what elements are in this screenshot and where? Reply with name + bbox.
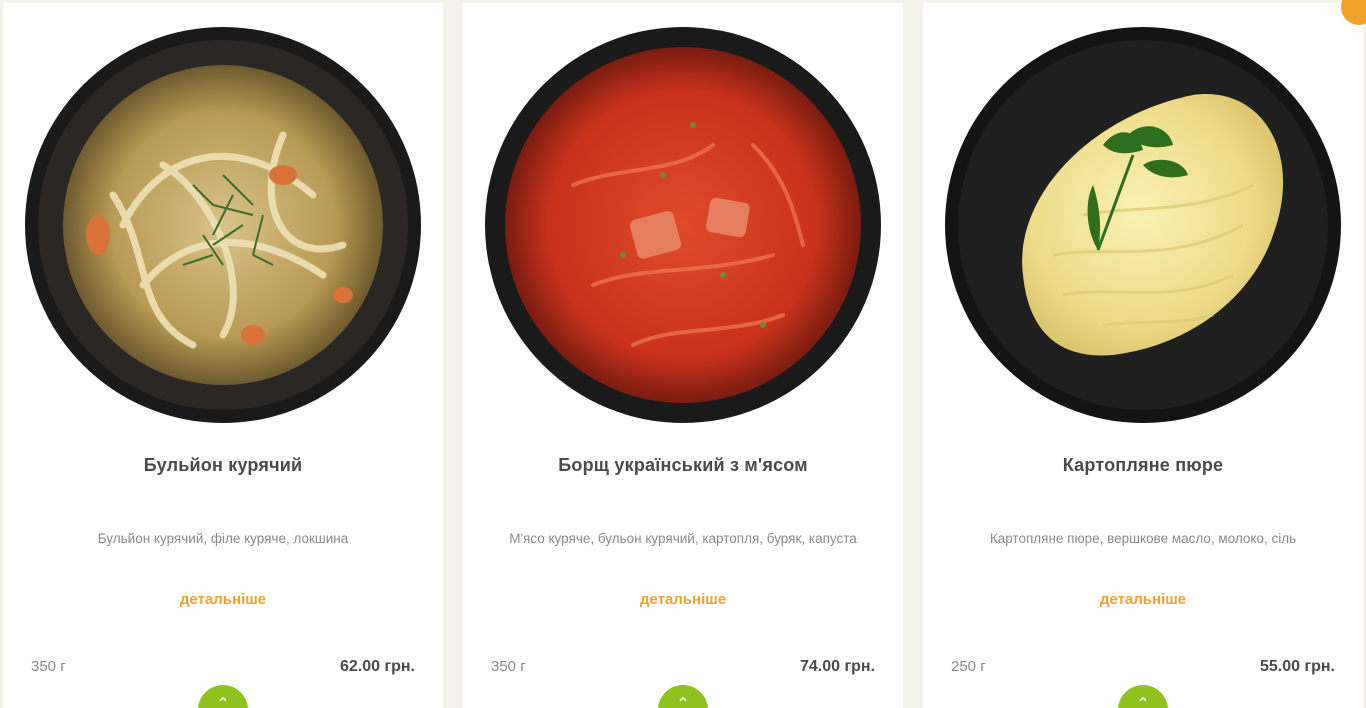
product-title[interactable]: Бульйон курячий bbox=[23, 455, 423, 476]
arrow-up-icon: ⌃ bbox=[216, 696, 230, 708]
product-ingredients: Картопляне пюре, вершкове масло, молоко,… bbox=[989, 531, 1297, 546]
product-weight: 250 г bbox=[951, 658, 986, 675]
product-weight: 350 г bbox=[31, 658, 66, 675]
cart-badge[interactable] bbox=[1341, 0, 1366, 25]
borscht-image[interactable] bbox=[483, 25, 883, 425]
borscht-bowl-icon bbox=[485, 27, 881, 423]
product-title[interactable]: Картопляне пюре bbox=[943, 455, 1343, 476]
product-grid: Бульйон курячий Бульйон курячий, філе ку… bbox=[0, 0, 1366, 708]
add-to-cart-button[interactable]: ⌃ bbox=[198, 685, 248, 708]
product-weight: 350 г bbox=[491, 658, 526, 675]
product-card: Бульйон курячий Бульйон курячий, філе ку… bbox=[3, 3, 443, 708]
product-price: 62.00 грн. bbox=[339, 658, 415, 675]
product-price: 74.00 грн. bbox=[799, 658, 875, 675]
add-to-cart-button[interactable]: ⌃ bbox=[658, 685, 708, 708]
product-title[interactable]: Борщ український з м'ясом bbox=[483, 455, 883, 476]
product-card: Картопляне пюре Картопляне пюре, вершков… bbox=[923, 0, 1366, 708]
arrow-up-icon: ⌃ bbox=[1136, 696, 1150, 708]
product-ingredients: М'ясо куряче, бульон курячий, картопля, … bbox=[509, 531, 857, 546]
details-link[interactable]: детальніше bbox=[923, 591, 1363, 608]
arrow-up-icon: ⌃ bbox=[676, 696, 690, 708]
product-ingredients: Бульйон курячий, філе куряче, локшина bbox=[97, 531, 349, 546]
add-to-cart-button[interactable]: ⌃ bbox=[1118, 685, 1168, 708]
chicken-broth-image[interactable] bbox=[23, 25, 423, 425]
details-link[interactable]: детальніше bbox=[463, 591, 903, 608]
product-card: Борщ український з м'ясом М'ясо куряче, … bbox=[463, 3, 903, 708]
product-price: 55.00 грн. bbox=[1259, 658, 1335, 675]
mashed-potatoes-plate-icon bbox=[945, 27, 1341, 423]
details-link[interactable]: детальніше bbox=[3, 591, 443, 608]
mashed-potatoes-image[interactable] bbox=[943, 25, 1343, 425]
chicken-broth-bowl-icon bbox=[25, 27, 421, 423]
